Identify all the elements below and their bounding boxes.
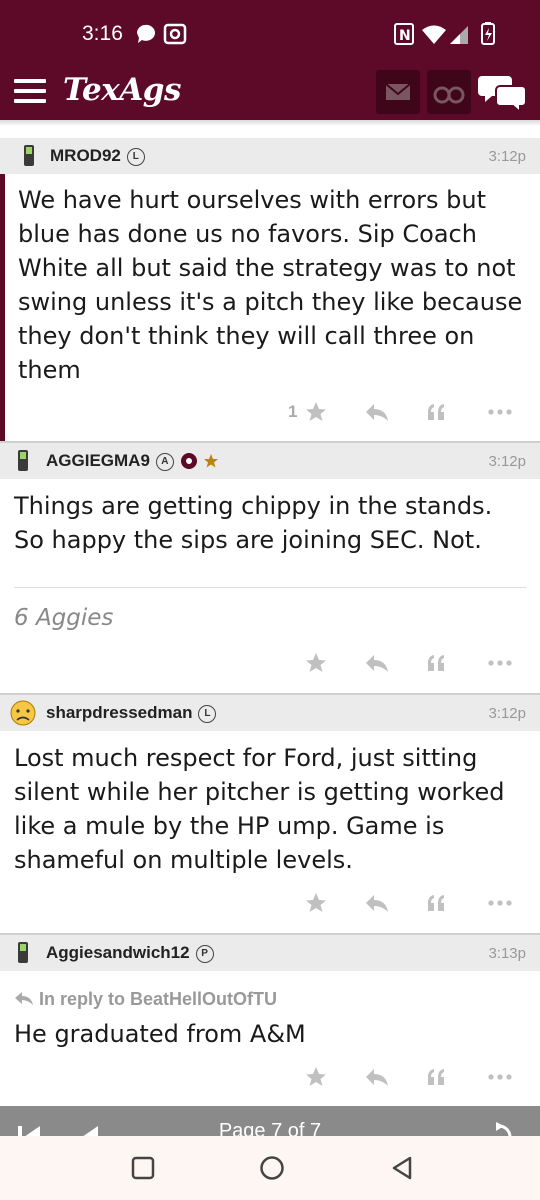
phone-icon bbox=[18, 942, 28, 963]
badge-icon: L bbox=[198, 704, 217, 723]
post-header: sharpdressedman L 3:12p bbox=[0, 695, 540, 731]
mail-icon bbox=[385, 83, 411, 100]
username[interactable]: MROD92 L bbox=[50, 146, 145, 166]
reply-icon[interactable] bbox=[364, 400, 390, 424]
system-status-icons: N bbox=[394, 22, 495, 45]
post-body: We have hurt ourselves with errors but b… bbox=[18, 186, 523, 384]
post-time: 3:12p bbox=[488, 705, 526, 722]
quote-icon[interactable] bbox=[426, 1065, 448, 1089]
star-icon[interactable] bbox=[304, 891, 328, 915]
refresh-icon[interactable] bbox=[484, 1122, 514, 1136]
post-actions bbox=[280, 651, 520, 679]
post-time: 3:13p bbox=[488, 945, 526, 962]
page-indicator[interactable]: Page 7 of 7 bbox=[0, 1120, 540, 1136]
username[interactable]: sharpdressedman L bbox=[46, 703, 217, 723]
phone-icon bbox=[18, 450, 28, 471]
more-icon[interactable] bbox=[486, 891, 514, 915]
post: Aggiesandwich12 P 3:13p In reply to BeatH… bbox=[0, 935, 540, 1106]
post-time: 3:12p bbox=[488, 453, 526, 470]
post-actions bbox=[280, 1065, 520, 1093]
divider bbox=[14, 587, 526, 588]
status-time: 3:16 bbox=[82, 22, 123, 45]
post-time: 3:12p bbox=[488, 148, 526, 165]
system-nav-bar bbox=[0, 1136, 540, 1200]
badge-icon: P bbox=[195, 944, 214, 963]
post: AGGIEGMA9 A 3:12p Things are getting chip… bbox=[0, 443, 540, 693]
phone-icon bbox=[24, 145, 34, 166]
mail-button[interactable] bbox=[376, 70, 420, 114]
binoculars-icon bbox=[433, 86, 465, 104]
logo-badges-icon bbox=[181, 453, 218, 469]
home-icon[interactable] bbox=[259, 1155, 285, 1181]
post: MROD92 L 3:12p We have hurt ourselves wit… bbox=[0, 138, 540, 442]
sad-face-icon bbox=[10, 700, 36, 726]
aggies-count[interactable]: 6 Aggies bbox=[14, 605, 113, 631]
svg-text:N: N bbox=[399, 28, 411, 44]
back-icon[interactable] bbox=[390, 1155, 414, 1181]
post-actions: 1 bbox=[280, 400, 520, 428]
post-actions bbox=[280, 891, 520, 919]
watch-button[interactable] bbox=[427, 70, 471, 114]
username[interactable]: AGGIEGMA9 A bbox=[46, 451, 174, 471]
unread-indicator bbox=[0, 138, 5, 442]
app-bar: TexAgs bbox=[0, 62, 540, 120]
reply-to-link[interactable]: In reply to BeatHellOutOfTU bbox=[14, 989, 277, 1010]
post-body: Lost much respect for Ford, just sitting… bbox=[14, 744, 505, 874]
more-icon[interactable] bbox=[486, 1065, 514, 1089]
recents-icon[interactable] bbox=[131, 1156, 155, 1180]
quote-icon[interactable] bbox=[426, 400, 448, 424]
reply-icon[interactable] bbox=[364, 651, 390, 675]
header-shadow bbox=[0, 120, 540, 126]
star-icon[interactable] bbox=[304, 651, 328, 675]
quote-icon[interactable] bbox=[426, 891, 448, 915]
star-count: 1 bbox=[288, 402, 298, 421]
chat-bubbles-icon bbox=[478, 76, 527, 115]
star-icon[interactable] bbox=[304, 1065, 328, 1089]
app-logo[interactable]: TexAgs bbox=[63, 72, 181, 108]
reply-arrow-icon bbox=[15, 992, 33, 1005]
reply-icon[interactable] bbox=[364, 1065, 390, 1089]
post-header: Aggiesandwich12 P 3:13p bbox=[0, 935, 540, 971]
reply-icon[interactable] bbox=[364, 891, 390, 915]
status-icons-right: N bbox=[394, 22, 504, 50]
badge-icon: L bbox=[126, 147, 145, 166]
more-icon[interactable] bbox=[486, 400, 514, 424]
chat-button[interactable] bbox=[478, 70, 528, 115]
status-icons-left bbox=[135, 23, 195, 49]
more-icon[interactable] bbox=[486, 651, 514, 675]
post: sharpdressedman L 3:12p Lost much respect… bbox=[0, 695, 540, 933]
notification-icons bbox=[136, 23, 187, 45]
menu-icon[interactable] bbox=[14, 79, 46, 103]
status-bar: 3:16 N bbox=[0, 0, 540, 62]
post-header: MROD92 L 3:12p bbox=[0, 138, 540, 174]
username[interactable]: Aggiesandwich12 P bbox=[46, 943, 214, 963]
badge-icon: A bbox=[155, 452, 174, 471]
post-body: He graduated from A&M bbox=[14, 1020, 306, 1048]
quote-icon[interactable] bbox=[426, 651, 448, 675]
pagination-bar: Page 7 of 7 bbox=[0, 1106, 540, 1136]
post-body: Things are getting chippy in the stands.… bbox=[14, 492, 493, 554]
star-icon[interactable] bbox=[304, 400, 328, 424]
post-header: AGGIEGMA9 A 3:12p bbox=[0, 443, 540, 479]
